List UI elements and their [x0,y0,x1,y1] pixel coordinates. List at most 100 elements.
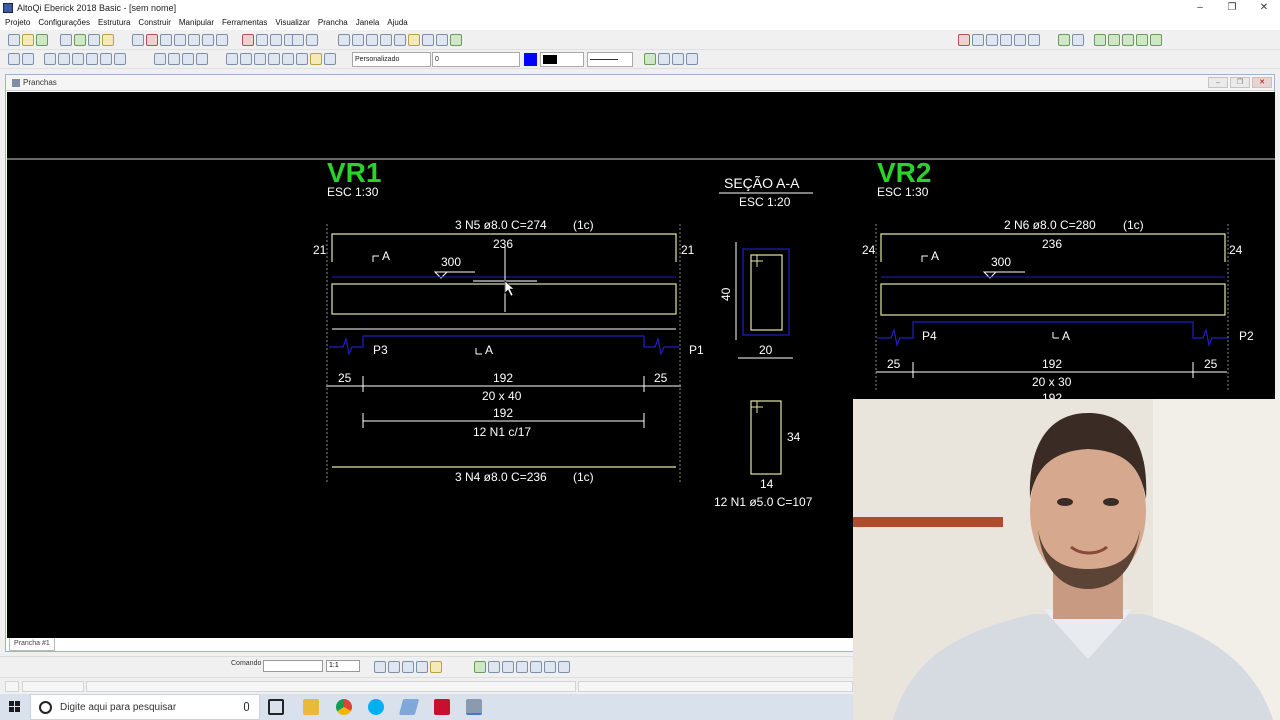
menu-projeto[interactable]: Projeto [5,18,30,27]
menu-configuracoes[interactable]: Configurações [38,18,90,27]
wall-icon[interactable] [174,34,186,46]
extend-icon[interactable] [196,53,208,65]
osnap-tan-icon[interactable] [544,661,556,673]
taskbar-search[interactable]: Digite aqui para pesquisar [30,694,260,720]
snap-options-icon[interactable] [22,53,34,65]
snap-endpoint-icon[interactable] [374,661,386,673]
offset-icon[interactable] [1028,34,1040,46]
scale-icon[interactable] [1014,34,1026,46]
menu-ferramentas[interactable]: Ferramentas [222,18,267,27]
sheet-tab[interactable]: Prancha #1 [9,638,55,651]
rotate-icon[interactable] [1000,34,1012,46]
rectangle-icon[interactable] [254,53,266,65]
file-explorer-icon[interactable] [303,699,319,715]
copy-icon[interactable] [74,34,86,46]
zigzag-icon[interactable] [240,53,252,65]
hatch-icon[interactable] [310,53,322,65]
vertical-dimension-icon[interactable] [168,53,180,65]
move-icon[interactable] [658,53,670,65]
cycle-icon[interactable] [422,34,434,46]
app-launcher-icon[interactable] [398,699,420,715]
doc-restore-button[interactable]: ❐ [1230,77,1250,88]
frame-icon[interactable] [242,34,254,46]
menu-janela[interactable]: Janela [356,18,380,27]
layers-icon[interactable] [270,34,282,46]
doc-minimize-button[interactable]: – [1208,77,1228,88]
restore-button[interactable]: ❐ [1216,0,1248,15]
task-view-icon[interactable] [268,699,284,715]
settings-icon[interactable] [436,34,448,46]
redo-icon[interactable] [306,34,318,46]
doc-close-button[interactable]: ✕ [1252,77,1272,88]
zoom-out-icon[interactable] [1136,34,1148,46]
help-icon[interactable] [450,34,462,46]
value-select[interactable]: 0 [432,52,520,67]
menu-manipular[interactable]: Manipular [179,18,214,27]
report-icon[interactable] [366,34,378,46]
load-icon[interactable] [216,34,228,46]
zoom-window-icon[interactable] [1108,34,1120,46]
text-icon[interactable] [296,53,308,65]
menu-estrutura[interactable]: Estrutura [98,18,130,27]
pencil-icon[interactable] [958,34,970,46]
undo-icon[interactable] [292,34,304,46]
snap-vertical-icon[interactable] [416,661,428,673]
skype-icon[interactable] [368,699,384,715]
magnet-icon[interactable] [8,53,20,65]
wrench-icon[interactable] [324,53,336,65]
menu-ajuda[interactable]: Ajuda [387,18,407,27]
column-icon[interactable] [146,34,158,46]
snap-angle-icon[interactable] [430,661,442,673]
dimension-icon[interactable] [154,53,166,65]
osnap-node-icon[interactable] [488,661,500,673]
arrow-icon[interactable] [644,53,656,65]
perpendicular-icon[interactable] [114,53,126,65]
zoom-in-icon[interactable] [1094,34,1106,46]
stack-icon[interactable] [672,53,684,65]
menu-visualizar[interactable]: Visualizar [275,18,310,27]
lightning-icon[interactable] [408,34,420,46]
corner-icon[interactable] [686,53,698,65]
polyline-icon[interactable] [58,53,70,65]
chrome-icon[interactable] [336,699,352,715]
fit-icon[interactable] [1072,34,1084,46]
open-file-icon[interactable] [22,34,34,46]
command-input[interactable] [263,660,323,672]
refresh-view-icon[interactable] [1150,34,1162,46]
mirror-icon[interactable] [972,34,984,46]
line-style-select[interactable] [587,52,633,67]
close-button[interactable]: ✕ [1248,0,1280,15]
osnap-perp-icon[interactable] [530,661,542,673]
menu-construir[interactable]: Construir [138,18,170,27]
align-icon[interactable] [986,34,998,46]
arc-icon[interactable] [86,53,98,65]
slab-icon[interactable] [160,34,172,46]
detail-icon[interactable] [394,34,406,46]
export-icon[interactable] [102,34,114,46]
windows-start-icon[interactable] [9,701,21,713]
eberick-taskbar-icon[interactable] [466,699,482,715]
table-icon[interactable] [338,34,350,46]
snap-midpoint-icon[interactable] [388,661,400,673]
new-file-icon[interactable] [8,34,20,46]
trim-icon[interactable] [182,53,194,65]
zoom-all-icon[interactable] [1122,34,1134,46]
scale-select[interactable]: 1:1 [326,660,360,672]
microphone-icon[interactable] [244,702,249,711]
osnap-pencil-icon[interactable] [474,661,486,673]
diagonal-line-icon[interactable] [226,53,238,65]
save-icon[interactable] [36,34,48,46]
layer-select[interactable]: Personalizado [352,52,431,67]
color-select[interactable] [540,52,584,67]
autocad-icon[interactable] [434,699,450,715]
grid-icon[interactable] [256,34,268,46]
osnap-center-icon[interactable] [502,661,514,673]
pan-icon[interactable] [1058,34,1070,46]
osnap-near-icon[interactable] [558,661,570,673]
sheet-icon[interactable] [380,34,392,46]
menu-prancha[interactable]: Prancha [318,18,348,27]
print-icon[interactable] [88,34,100,46]
minimize-button[interactable]: – [1184,0,1216,15]
ellipse-icon[interactable] [268,53,280,65]
osnap-grid-icon[interactable] [516,661,528,673]
